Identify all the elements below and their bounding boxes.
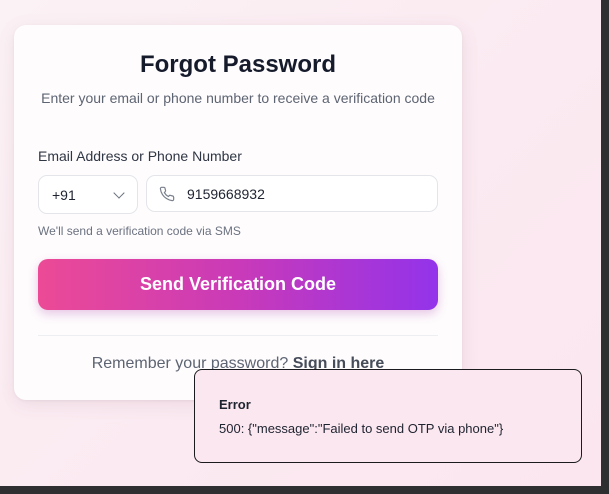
window-edge-bottom [0,486,609,494]
window-edge-right [601,0,609,494]
forgot-password-card: Forgot Password Enter your email or phon… [14,25,462,400]
send-verification-code-button[interactable]: Send Verification Code [38,259,438,310]
phone-input[interactable] [187,178,427,209]
page-background: Forgot Password Enter your email or phon… [0,0,601,486]
sms-hint: We'll send a verification code via SMS [38,224,241,238]
toast-title: Error [219,397,251,412]
divider [38,335,438,336]
country-code-value: +91 [52,186,76,203]
phone-field[interactable] [146,175,438,212]
page-subtitle: Enter your email or phone number to rece… [41,90,435,106]
contact-field-label: Email Address or Phone Number [38,148,242,164]
toast-message: 500: {"message":"Failed to send OTP via … [219,421,504,436]
phone-icon [147,175,187,212]
page-title: Forgot Password [139,51,337,78]
country-code-select[interactable]: +91 [38,175,138,214]
error-toast[interactable]: Error 500: {"message":"Failed to send OT… [194,369,582,463]
chevron-down-icon [113,186,125,199]
